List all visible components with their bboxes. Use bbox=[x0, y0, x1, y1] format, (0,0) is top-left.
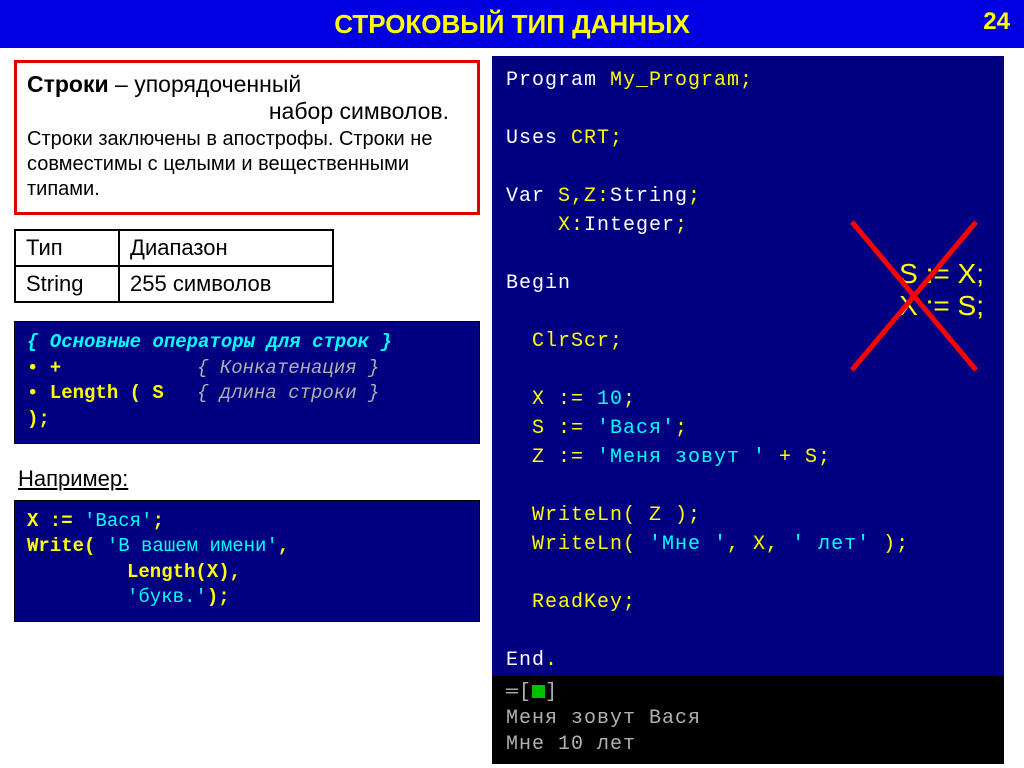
code-line-end: End. bbox=[506, 646, 1000, 675]
wrong-line2: X := S; bbox=[899, 290, 984, 322]
definition-line2: набор символов. bbox=[27, 98, 467, 125]
content-area: Строки – упорядоченный набор символов. С… bbox=[0, 48, 1024, 764]
type-range-table: Тип Диапазон String 255 символов bbox=[14, 229, 334, 303]
output-line2: Мне 10 лет bbox=[506, 732, 1004, 758]
definition-term: Строки bbox=[27, 71, 109, 97]
operator-row-concat: • + { Конкатенация } bbox=[27, 356, 467, 382]
code-line-uses: Uses CRT; bbox=[506, 124, 1000, 153]
code-line-writeln2: WriteLn( 'Мне ', X, ' лет' ); bbox=[506, 530, 1000, 559]
code-line-var1: Var S,Z:String; bbox=[506, 182, 1000, 211]
code-line-clrscr: ClrScr; bbox=[506, 327, 1000, 356]
pascal-code-panel: Program My_Program; Uses CRT; Var S,Z:St… bbox=[492, 56, 1004, 676]
definition-line1: Строки – упорядоченный bbox=[27, 71, 467, 98]
table-cell-type: String bbox=[15, 266, 119, 302]
table-cell-range: 255 символов bbox=[119, 266, 333, 302]
code-line-writeln1: WriteLn( Z ); bbox=[506, 501, 1000, 530]
operator-plus-comment: { Конкатенация } bbox=[197, 356, 379, 382]
operator-length: • Length ( S ); bbox=[27, 381, 197, 432]
program-output: ═[] Меня зовут Вася Мне 10 лет bbox=[492, 676, 1004, 764]
example-code-box: X := 'Вася'; Write( 'В вашем имени', Len… bbox=[14, 500, 480, 623]
operator-length-comment: { длина строки } bbox=[197, 381, 379, 432]
example-line2: Write( 'В вашем имени', bbox=[27, 534, 467, 560]
code-line-program: Program My_Program; bbox=[506, 66, 1000, 95]
definition-box: Строки – упорядоченный набор символов. С… bbox=[14, 60, 480, 215]
operators-box: { Основные операторы для строк } • + { К… bbox=[14, 321, 480, 444]
operator-row-length: • Length ( S ); { длина строки } bbox=[27, 381, 467, 432]
code-line-x: X := 10; bbox=[506, 385, 1000, 414]
output-prompt: ═[] bbox=[506, 680, 1004, 706]
slide-header: СТРОКОВЫЙ ТИП ДАННЫХ 24 bbox=[0, 0, 1024, 48]
table-header-range: Диапазон bbox=[119, 230, 333, 266]
wrong-assignments: S := X; X := S; bbox=[899, 258, 984, 322]
code-line-s: S := 'Вася'; bbox=[506, 414, 1000, 443]
cursor-icon bbox=[532, 685, 545, 698]
example-line3: Length(X), bbox=[27, 560, 467, 586]
page-number: 24 bbox=[983, 8, 1010, 36]
example-line1: X := 'Вася'; bbox=[27, 509, 467, 535]
slide-title: СТРОКОВЫЙ ТИП ДАННЫХ bbox=[334, 9, 690, 40]
operators-title: { Основные операторы для строк } bbox=[27, 330, 467, 356]
example-line4: 'букв.'); bbox=[27, 585, 467, 611]
code-line-readkey: ReadKey; bbox=[506, 588, 1000, 617]
table-header-type: Тип bbox=[15, 230, 119, 266]
operator-plus: • + bbox=[27, 356, 197, 382]
right-column: Program My_Program; Uses CRT; Var S,Z:St… bbox=[490, 48, 1010, 764]
example-heading: Например: bbox=[18, 466, 480, 492]
code-line-var2: X:Integer; bbox=[506, 211, 1000, 240]
left-column: Строки – упорядоченный набор символов. С… bbox=[0, 48, 490, 764]
code-line-z: Z := 'Меня зовут ' + S; bbox=[506, 443, 1000, 472]
definition-sub: Строки заключены в апострофы. Строки не … bbox=[27, 127, 467, 202]
output-line1: Меня зовут Вася bbox=[506, 706, 1004, 732]
wrong-line1: S := X; bbox=[899, 258, 984, 290]
